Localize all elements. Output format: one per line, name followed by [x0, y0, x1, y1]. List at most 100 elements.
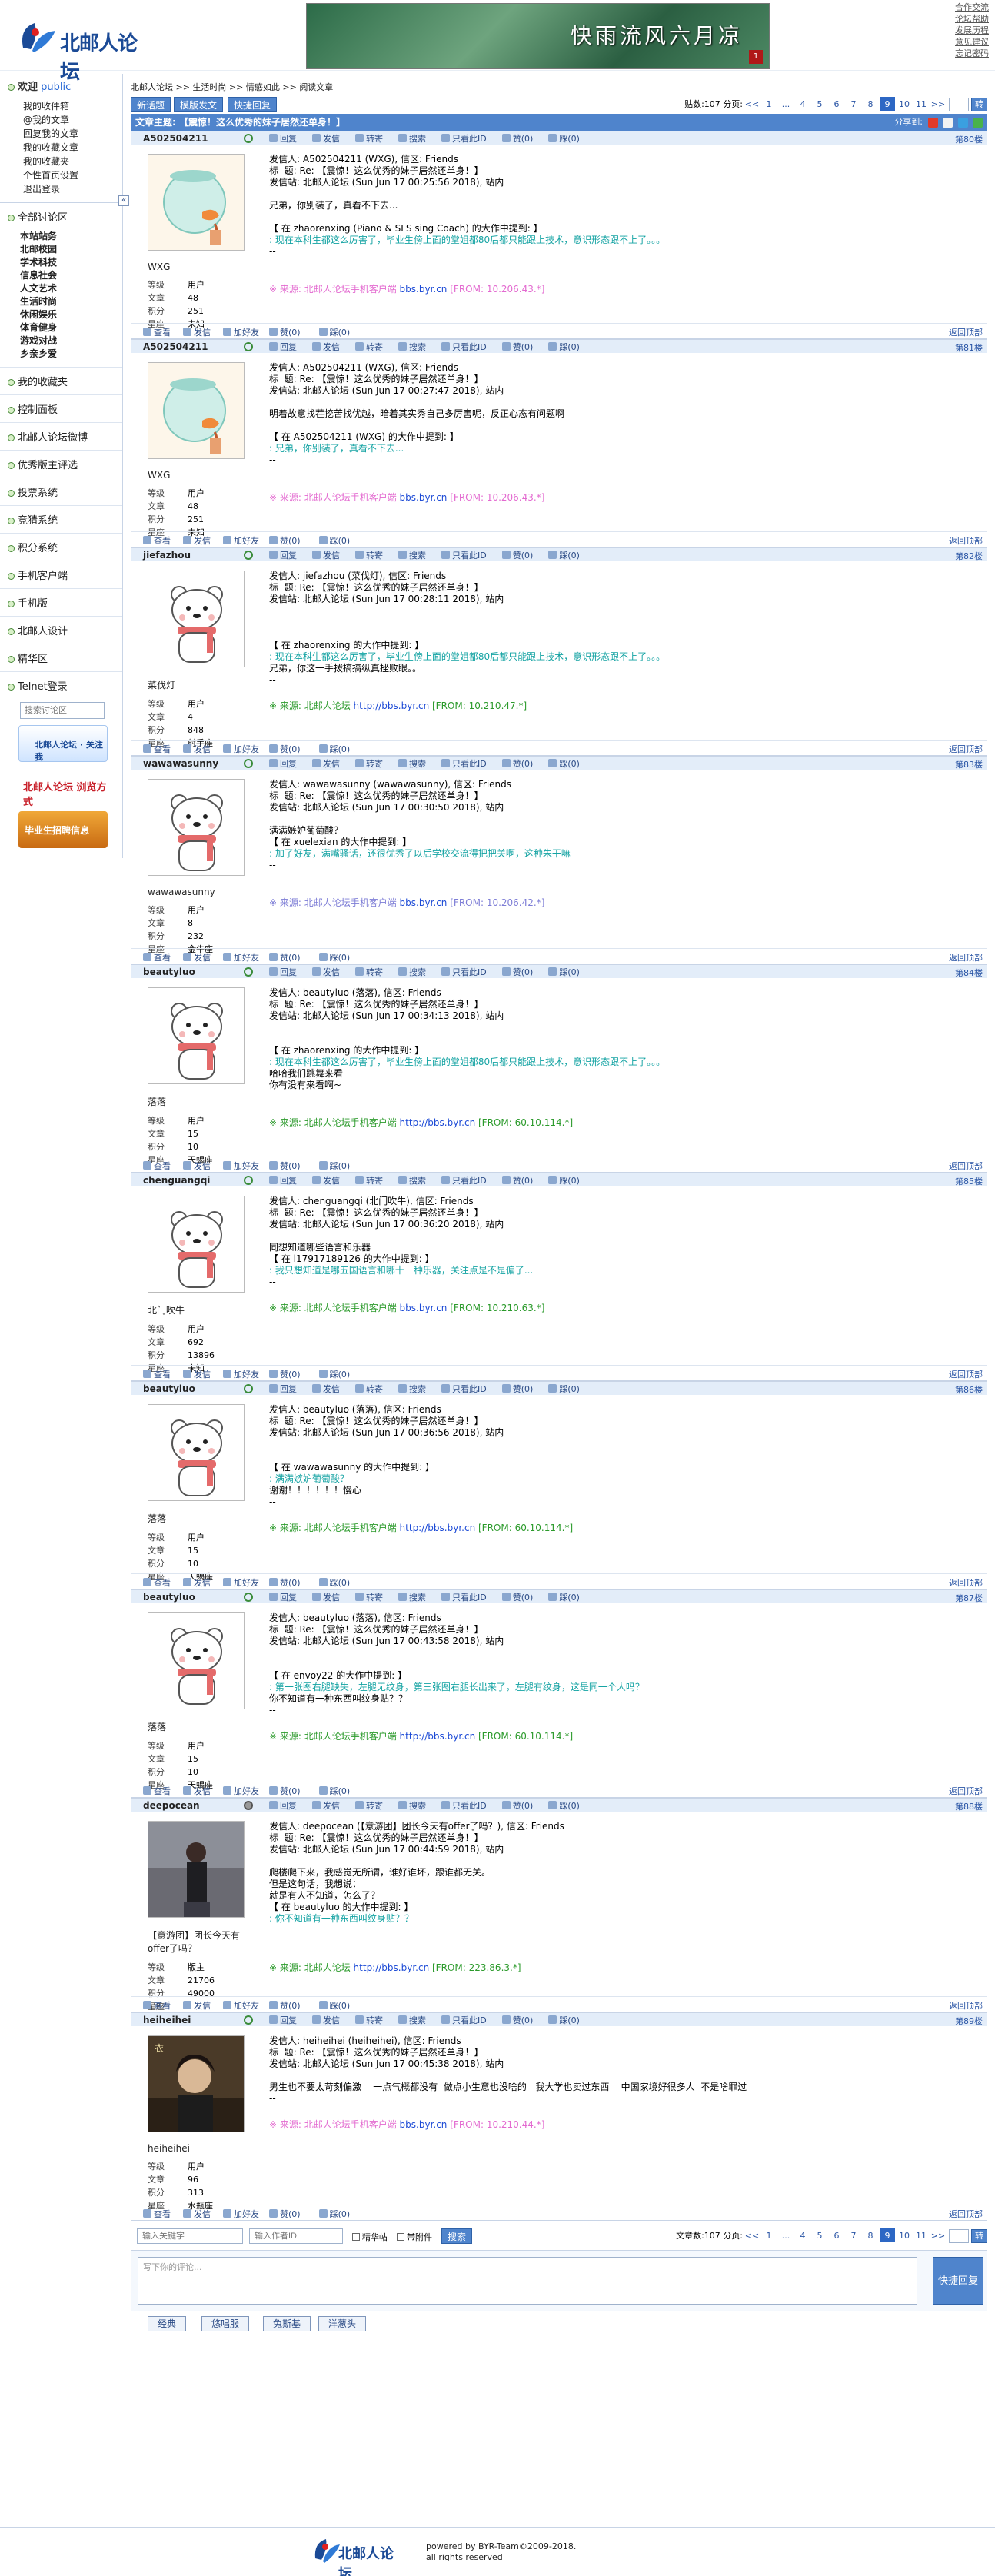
- forward-button[interactable]: 转寄: [355, 342, 391, 352]
- view-profile-button[interactable]: 查看: [143, 328, 177, 338]
- search-button[interactable]: 搜索: [398, 134, 434, 144]
- page-number[interactable]: 5: [812, 2228, 827, 2242]
- back-to-top-link[interactable]: 返回顶部: [949, 534, 983, 547]
- upvote-button[interactable]: 赞(0): [269, 328, 310, 338]
- view-profile-button[interactable]: 查看: [143, 1370, 177, 1380]
- next-page-button[interactable]: >>: [930, 97, 946, 111]
- floor-number[interactable]: 第86楼: [955, 1383, 983, 1396]
- add-friend-button[interactable]: 加好友: [223, 2209, 265, 2219]
- page-number[interactable]: 4: [795, 2228, 810, 2242]
- next-page-button[interactable]: >>: [930, 2228, 946, 2242]
- upvote-button[interactable]: 赞(0): [269, 1578, 310, 1588]
- search-button[interactable]: 搜索: [398, 2015, 434, 2025]
- view-profile-button[interactable]: 查看: [143, 1161, 177, 1171]
- send-mail-button[interactable]: 发信: [312, 342, 348, 352]
- floor-number[interactable]: 第82楼: [955, 550, 983, 562]
- add-friend-button[interactable]: 加好友: [223, 2001, 265, 2011]
- top-link-feedback[interactable]: 意见建议: [943, 36, 989, 48]
- search-button[interactable]: 搜索: [398, 1801, 434, 1811]
- post-author[interactable]: A502504211: [143, 133, 208, 144]
- source-link[interactable]: bbs.byr.cn: [400, 1303, 451, 1313]
- header-banner[interactable]: 快雨流风六月凉 1: [306, 3, 770, 69]
- send-message-button[interactable]: 发信: [183, 744, 217, 754]
- send-mail-button[interactable]: 发信: [312, 967, 348, 977]
- prev-page-button[interactable]: <<: [744, 2228, 760, 2242]
- only-this-id-button[interactable]: 只看此ID: [441, 1176, 494, 1186]
- reply-button[interactable]: 回复: [269, 1176, 304, 1186]
- post-author[interactable]: deepocean: [143, 1800, 200, 1811]
- avatar[interactable]: [148, 1404, 245, 1501]
- upvote-button[interactable]: 赞(0): [269, 1370, 310, 1380]
- add-friend-button[interactable]: 加好友: [223, 1161, 265, 1171]
- add-friend-button[interactable]: 加好友: [223, 744, 265, 754]
- send-mail-button[interactable]: 发信: [312, 1384, 348, 1394]
- sidebar-item-mobile-version[interactable]: 手机版: [0, 588, 122, 616]
- page-number[interactable]: 7: [846, 97, 861, 111]
- top-link-history[interactable]: 发展历程: [943, 25, 989, 36]
- site-logo[interactable]: 北邮人论坛: [15, 17, 154, 84]
- section-item[interactable]: 乡亲乡爱: [20, 348, 122, 361]
- post-author[interactable]: heiheihei: [143, 2015, 191, 2025]
- quick-reply-button[interactable]: 快捷回复: [228, 97, 278, 112]
- upvote-button[interactable]: 赞(0): [269, 1786, 310, 1796]
- back-to-top-link[interactable]: 返回顶部: [949, 1368, 983, 1380]
- post-author[interactable]: jiefazhou: [143, 550, 191, 561]
- section-item[interactable]: 人文艺术: [20, 282, 122, 295]
- search-button[interactable]: 搜索: [398, 551, 434, 561]
- page-number[interactable]: 6: [829, 97, 844, 111]
- send-message-button[interactable]: 发信: [183, 1370, 217, 1380]
- forward-button[interactable]: 转寄: [355, 2015, 391, 2025]
- add-friend-button[interactable]: 加好友: [223, 953, 265, 963]
- post-author[interactable]: beautyluo: [143, 1592, 195, 1603]
- section-item[interactable]: 北邮校园: [20, 243, 122, 256]
- avatar[interactable]: [148, 779, 245, 876]
- downvote-button[interactable]: 踩(0): [548, 1593, 587, 1603]
- top-link-cooperation[interactable]: 合作交流: [943, 2, 989, 13]
- page-go-button[interactable]: 转: [971, 2229, 987, 2243]
- page-number[interactable]: 5: [812, 97, 827, 111]
- sidebar-item-mobile-client[interactable]: 手机客户端: [0, 561, 122, 588]
- reply-button[interactable]: 回复: [269, 967, 304, 977]
- only-this-id-button[interactable]: 只看此ID: [441, 1384, 494, 1394]
- downvote-button[interactable]: 踩(0): [318, 953, 360, 963]
- post-author[interactable]: beautyluo: [143, 1383, 195, 1394]
- only-this-id-button[interactable]: 只看此ID: [441, 134, 494, 144]
- only-this-id-button[interactable]: 只看此ID: [441, 2015, 494, 2025]
- renren-share-icon[interactable]: [943, 117, 953, 128]
- add-friend-button[interactable]: 加好友: [223, 1578, 265, 1588]
- board-search-input[interactable]: [20, 702, 105, 719]
- reply-button[interactable]: 回复: [269, 134, 304, 144]
- search-button[interactable]: 搜索: [398, 1176, 434, 1186]
- back-to-top-link[interactable]: 返回顶部: [949, 1999, 983, 2012]
- source-link[interactable]: http://bbs.byr.cn: [354, 1962, 432, 1973]
- section-item[interactable]: 本站站务: [20, 230, 122, 243]
- downvote-button[interactable]: 踩(0): [548, 551, 587, 561]
- back-to-top-link[interactable]: 返回顶部: [949, 326, 983, 338]
- avatar[interactable]: [148, 1612, 245, 1709]
- downvote-button[interactable]: 踩(0): [318, 328, 360, 338]
- post-author[interactable]: A502504211: [143, 341, 208, 352]
- downvote-button[interactable]: 踩(0): [548, 2015, 587, 2025]
- only-this-id-button[interactable]: 只看此ID: [441, 342, 494, 352]
- search-button[interactable]: 搜索: [398, 759, 434, 769]
- reply-button[interactable]: 回复: [269, 1801, 304, 1811]
- floor-number[interactable]: 第80楼: [955, 133, 983, 145]
- qzone-share-icon[interactable]: [957, 117, 968, 128]
- sidebar-item-moderator-vote[interactable]: 优秀版主评选: [0, 450, 122, 478]
- promo-browse[interactable]: 北邮人论坛 浏览方式: [18, 768, 108, 808]
- view-profile-button[interactable]: 查看: [143, 2001, 177, 2011]
- add-friend-button[interactable]: 加好友: [223, 1786, 265, 1796]
- back-to-top-link[interactable]: 返回顶部: [949, 1785, 983, 1797]
- upvote-button[interactable]: 赞(0): [269, 744, 310, 754]
- downvote-button[interactable]: 踩(0): [318, 1578, 360, 1588]
- upvote-button[interactable]: 赞(0): [269, 2209, 310, 2219]
- floor-number[interactable]: 第83楼: [955, 758, 983, 770]
- only-this-id-button[interactable]: 只看此ID: [441, 759, 494, 769]
- crumb-home[interactable]: 北邮人论坛: [131, 82, 173, 92]
- view-profile-button[interactable]: 查看: [143, 2209, 177, 2219]
- floor-number[interactable]: 第81楼: [955, 341, 983, 354]
- page-number[interactable]: 8: [863, 2228, 878, 2242]
- link-favorites[interactable]: 我的收藏夹: [23, 155, 122, 168]
- promo-jobs[interactable]: 毕业生招聘信息: [18, 811, 108, 848]
- page-number[interactable]: 11: [913, 2228, 929, 2242]
